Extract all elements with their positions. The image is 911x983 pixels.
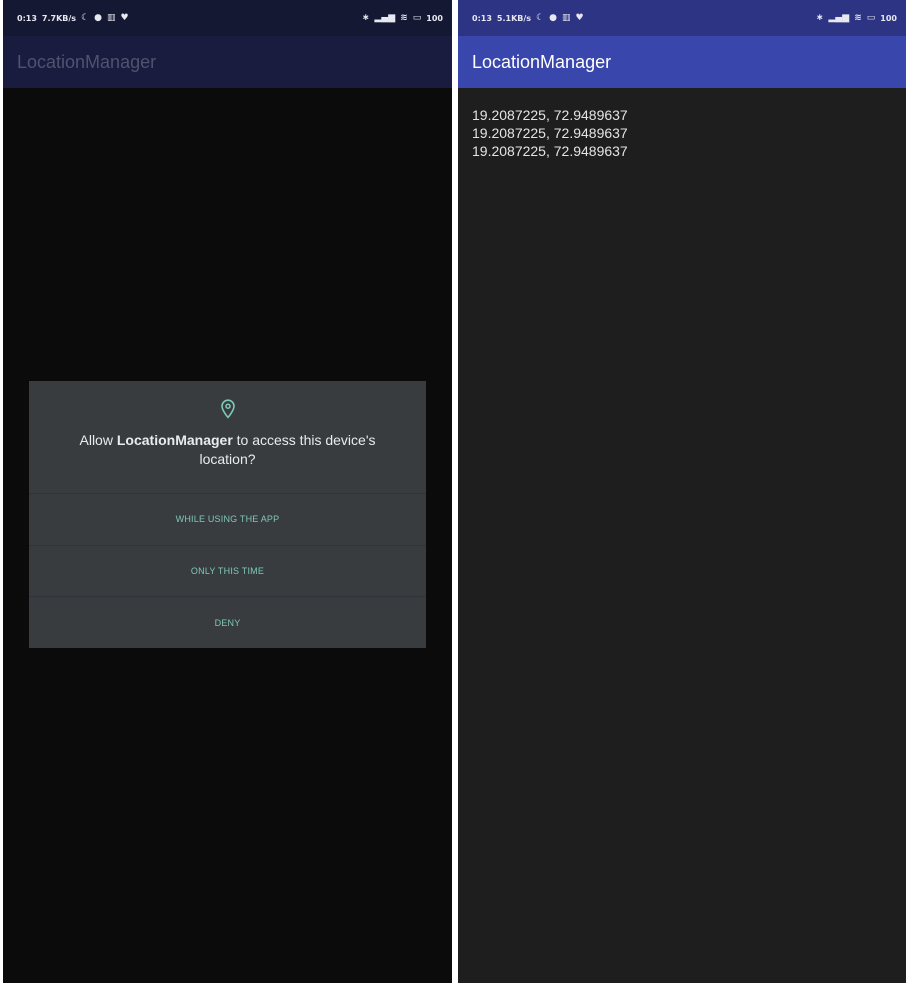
dialog-header: Allow LocationManager to access this dev… (29, 381, 426, 493)
app-bar: LocationManager (458, 36, 906, 88)
location-pin-icon (220, 399, 235, 419)
coordinate-line: 19.2087225, 72.9489637 (472, 143, 628, 159)
vpn-icon: ● (94, 12, 102, 23)
signal-icon: ▂▄▆ (828, 12, 850, 23)
battery-level: 100 (426, 13, 443, 23)
status-time: 0:13 (472, 13, 492, 23)
battery-level: 100 (880, 13, 897, 23)
trash-icon: ▥ (107, 12, 116, 23)
coordinate-line: 19.2087225, 72.9489637 (472, 125, 628, 141)
status-right: ∗ ▂▄▆ ≋ ▭ 100 (815, 12, 897, 23)
bluetooth-icon: ∗ (815, 12, 824, 23)
bluetooth-icon: ∗ (361, 12, 370, 23)
status-left: 0:13 7.7KB/s ☾ ● ▥ ♥ (17, 12, 129, 23)
dialog-title-app-name: LocationManager (116, 432, 233, 448)
coordinates-screen: 0:13 5.1KB/s ☾ ● ▥ ♥ ∗ ▂▄▆ ≋ ▭ 100 Locat… (458, 0, 906, 983)
moon-icon: ☾ (81, 12, 90, 23)
wifi-icon: ≋ (854, 12, 862, 23)
dialog-title: Allow LocationManager to access this dev… (53, 431, 403, 469)
while-using-app-button[interactable]: WHILE USING THE APP (29, 493, 426, 545)
wifi-icon: ≋ (400, 12, 408, 23)
trash-icon: ▥ (562, 12, 571, 23)
signal-icon: ▂▄▆ (374, 12, 396, 23)
coordinates-list: 19.2087225, 72.9489637 19.2087225, 72.94… (472, 106, 628, 160)
battery-icon: ▭ (412, 12, 422, 23)
battery-icon: ▭ (866, 12, 876, 23)
status-bar: 0:13 7.7KB/s ☾ ● ▥ ♥ ∗ ▂▄▆ ≋ ▭ 100 (3, 0, 452, 36)
deny-button[interactable]: DENY (29, 596, 426, 648)
coordinate-line: 19.2087225, 72.9489637 (472, 107, 628, 123)
status-speed: 5.1KB/s (496, 13, 532, 23)
app-title: LocationManager (17, 51, 157, 72)
permission-dialog: Allow LocationManager to access this dev… (29, 381, 426, 648)
permission-screen: 0:13 7.7KB/s ☾ ● ▥ ♥ ∗ ▂▄▆ ≋ ▭ 100 Locat… (3, 0, 452, 983)
only-this-time-button[interactable]: ONLY THIS TIME (29, 544, 426, 597)
heart-icon: ♥ (120, 12, 129, 23)
app-bar: LocationManager (3, 36, 452, 88)
app-title: LocationManager (472, 51, 612, 72)
status-speed: 7.7KB/s (41, 13, 77, 23)
dialog-title-prefix: Allow (79, 432, 117, 448)
status-time: 0:13 (17, 13, 37, 23)
status-right: ∗ ▂▄▆ ≋ ▭ 100 (361, 12, 443, 23)
heart-icon: ♥ (575, 12, 584, 23)
status-bar: 0:13 5.1KB/s ☾ ● ▥ ♥ ∗ ▂▄▆ ≋ ▭ 100 (458, 0, 906, 36)
vpn-icon: ● (549, 12, 557, 23)
moon-icon: ☾ (536, 12, 545, 23)
status-left: 0:13 5.1KB/s ☾ ● ▥ ♥ (472, 12, 584, 23)
